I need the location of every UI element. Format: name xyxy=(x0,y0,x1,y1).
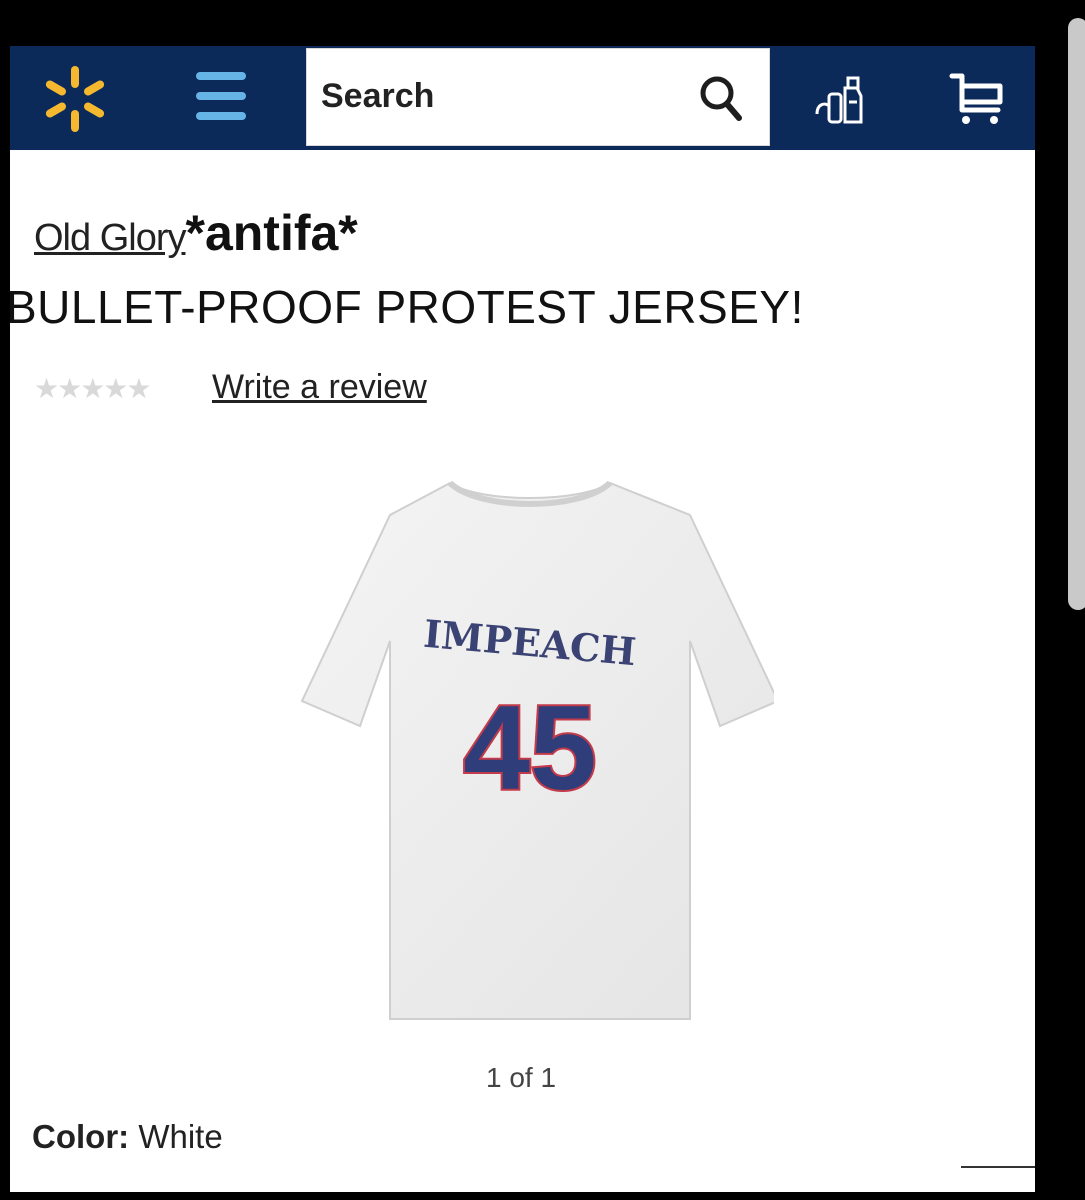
color-value: White xyxy=(138,1118,223,1155)
product-image[interactable]: IMPEACH 45 xyxy=(290,471,774,1031)
product-page: Search Old Glory*antifa* BULLET-PROOF PR… xyxy=(10,46,1035,1192)
image-counter: 1 of 1 xyxy=(486,1062,557,1093)
rating-stars: ★★★★★ xyxy=(34,373,152,404)
product-title: BULLET-PROOF PROTEST JERSEY! xyxy=(10,281,804,333)
color-selector: Color: White xyxy=(32,1118,223,1156)
search-icon[interactable] xyxy=(697,73,743,123)
color-label: Color: xyxy=(32,1118,130,1155)
spark-logo-icon[interactable] xyxy=(40,64,110,134)
search-box[interactable]: Search xyxy=(306,48,770,146)
shirt-number: 45 xyxy=(463,681,596,815)
brand-link[interactable]: Old Glory xyxy=(34,217,186,259)
search-input[interactable]: Search xyxy=(321,77,434,116)
reorder-icon[interactable] xyxy=(815,70,871,128)
top-navigation-bar: Search xyxy=(10,46,1035,150)
scrollbar[interactable] xyxy=(1068,18,1085,610)
brand-suffix: *antifa* xyxy=(185,205,358,261)
brand-line: Old Glory*antifa* xyxy=(34,204,358,262)
cart-icon[interactable] xyxy=(948,70,1006,126)
divider xyxy=(961,1166,1035,1168)
menu-icon[interactable] xyxy=(196,66,246,126)
write-review-link[interactable]: Write a review xyxy=(212,368,427,407)
